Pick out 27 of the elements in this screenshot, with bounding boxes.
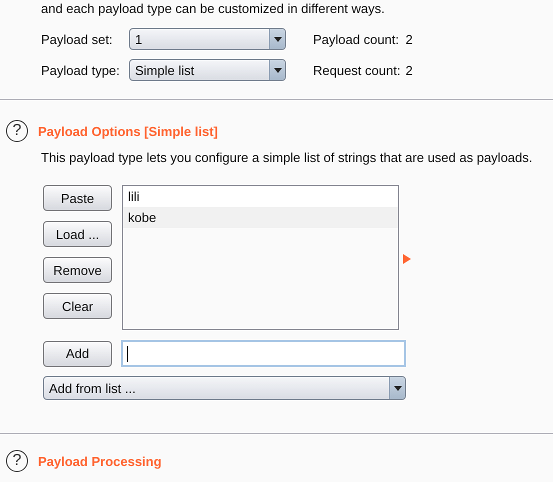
- payload-set-dropdown[interactable]: 1: [129, 28, 286, 50]
- list-action-button[interactable]: Paste: [43, 185, 112, 211]
- add-from-list-dropdown[interactable]: Add from list ...: [43, 376, 406, 400]
- dropdown-arrow-icon: [394, 386, 402, 390]
- payload-type-label: Payload type:: [41, 62, 121, 78]
- list-item[interactable]: lili: [123, 186, 398, 207]
- payload-set-label: Payload set:: [41, 32, 114, 46]
- dropdown-arrow-icon: [274, 36, 282, 42]
- list-item[interactable]: kobe: [123, 207, 398, 228]
- list-action-button[interactable]: Remove: [43, 257, 112, 283]
- help-icon[interactable]: ?: [6, 120, 28, 142]
- list-action-button[interactable]: Load ...: [43, 221, 112, 247]
- add-button[interactable]: Add: [43, 340, 112, 366]
- section-title: Payload Options [Simple list]: [38, 124, 218, 138]
- help-icon[interactable]: ?: [6, 450, 28, 472]
- request-count-value: 2: [405, 62, 414, 78]
- description-text: This payload type lets you configure a simple list of strings that are used as payloads.: [41, 150, 534, 165]
- input-field[interactable]: [121, 340, 406, 367]
- section-title: Payload Processing: [38, 454, 162, 468]
- payload-type-dropdown[interactable]: Simple list: [129, 59, 286, 81]
- list-action-button[interactable]: Clear: [43, 293, 112, 319]
- intro-text: and each payload type can be customized in different ways.: [41, 0, 386, 17]
- payload-count-label: Payload count:: [313, 32, 400, 46]
- expand-arrow-icon[interactable]: [403, 254, 411, 264]
- dropdown-arrow-icon: [274, 68, 282, 72]
- request-count-label: Request count:: [313, 62, 400, 78]
- payload-count-value: 2: [405, 32, 414, 46]
